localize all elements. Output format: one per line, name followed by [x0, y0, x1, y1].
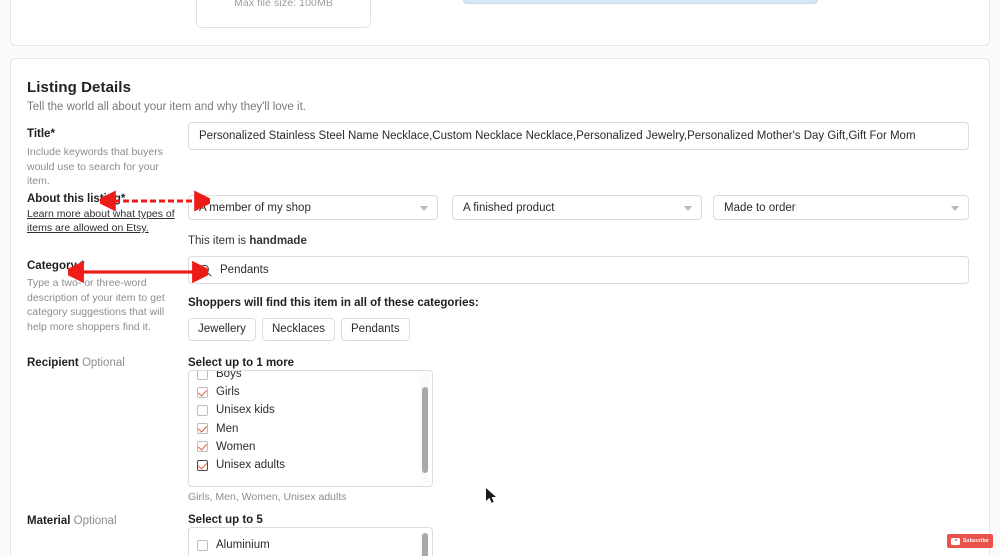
top-photos-card: [10, 0, 990, 46]
recipient-options-list: Boys Girls Unisex kids Men Women Unisex …: [189, 370, 432, 474]
checkbox-checked-icon[interactable]: [197, 441, 208, 453]
listing-details-page: Max file size: 100MB Listing Details Tel…: [0, 0, 1000, 556]
title-input[interactable]: Personalized Stainless Steel Name Neckla…: [188, 122, 969, 150]
recipient-option-label: Girls: [216, 386, 240, 399]
recipient-option-row[interactable]: Unisex adults: [189, 456, 432, 474]
material-select-hint: Select up to 5: [188, 514, 263, 526]
category-pills: Jewellery Necklaces Pendants: [188, 318, 410, 341]
material-option-label: Aluminium: [216, 539, 270, 552]
handmade-note: This item is handmade: [188, 235, 307, 247]
material-label-text: Material: [27, 515, 71, 527]
subscribe-label: Subscribe: [962, 538, 989, 544]
mouse-cursor: [486, 488, 496, 503]
checkbox-checked-icon[interactable]: [197, 423, 208, 435]
who-made-value: A member of my shop: [199, 201, 311, 214]
page-title: Listing Details: [27, 79, 132, 96]
page-subtitle: Tell the world all about your item and w…: [27, 101, 306, 113]
recipient-option-row[interactable]: Women: [189, 438, 432, 456]
checkbox-icon[interactable]: [197, 371, 208, 380]
about-this-listing-arrow: [100, 190, 210, 212]
material-option-row[interactable]: Aluminium: [189, 536, 432, 554]
youtube-play-icon: [951, 537, 961, 545]
recipient-select-hint: Select up to 1 more: [188, 357, 295, 369]
category-pill[interactable]: Jewellery: [188, 318, 256, 341]
recipient-option-label: Boys: [216, 370, 242, 381]
checkbox-checked-icon[interactable]: [197, 459, 208, 471]
photo-upload-box[interactable]: Max file size: 100MB: [196, 0, 371, 28]
category-pill[interactable]: Necklaces: [261, 318, 335, 341]
upload-max-size-hint: Max file size: 100MB: [234, 0, 333, 9]
recipient-option-row[interactable]: Unisex kids: [189, 401, 432, 419]
handmade-note-value: handmade: [249, 235, 307, 247]
recipient-option-row[interactable]: Girls: [189, 383, 432, 401]
youtube-subscribe-badge[interactable]: Subscribe: [947, 534, 993, 548]
listing-details-card: Listing Details Tell the world all about…: [10, 58, 990, 556]
category-pill[interactable]: Pendants: [341, 318, 410, 341]
video-info-banner: [463, 0, 818, 4]
title-label: Title*: [27, 128, 55, 140]
when-made-value: Made to order: [724, 201, 796, 214]
title-input-value: Personalized Stainless Steel Name Neckla…: [199, 130, 916, 142]
recipient-listbox[interactable]: Boys Girls Unisex kids Men Women Unisex …: [188, 370, 433, 487]
checkbox-checked-icon[interactable]: [197, 386, 208, 398]
when-made-select[interactable]: Made to order: [713, 195, 969, 220]
recipient-scrollbar-thumb[interactable]: [421, 387, 428, 473]
what-is-it-select[interactable]: A finished product: [452, 195, 702, 220]
material-listbox[interactable]: Aluminium: [188, 527, 433, 556]
material-options-list: Aluminium: [189, 536, 432, 554]
category-search-value: Pendants: [220, 264, 269, 276]
category-search-input[interactable]: Pendants: [188, 256, 969, 284]
category-help-text: Type a two- or three-word description of…: [27, 277, 165, 333]
category-arrow: [68, 261, 208, 283]
title-label-text: Title: [27, 128, 51, 140]
recipient-option-row[interactable]: Men: [189, 420, 432, 438]
recipient-optional-text: Optional: [81, 357, 125, 369]
chevron-down-icon: [951, 205, 959, 211]
recipient-option-label: Unisex kids: [216, 404, 275, 417]
handmade-note-prefix: This item is: [188, 235, 250, 247]
checkbox-icon[interactable]: [197, 539, 208, 551]
category-found-in-label: Shoppers will find this item in all of t…: [188, 297, 479, 309]
recipient-option-row[interactable]: Boys: [189, 370, 432, 383]
title-required-mark: *: [50, 128, 55, 140]
chevron-down-icon: [684, 205, 692, 211]
recipient-summary: Girls, Men, Women, Unisex adults: [188, 491, 347, 503]
who-made-select[interactable]: A member of my shop: [188, 195, 438, 220]
recipient-option-label: Men: [216, 422, 239, 435]
recipient-label-text: Recipient: [27, 357, 79, 369]
material-optional-text: Optional: [73, 515, 117, 527]
recipient-option-label: Women: [216, 440, 256, 453]
material-label: Material Optional: [27, 515, 117, 527]
material-scrollbar-thumb[interactable]: [421, 533, 428, 556]
title-help-text: Include keywords that buyers would use t…: [27, 146, 163, 187]
recipient-label: Recipient Optional: [27, 357, 125, 369]
checkbox-icon[interactable]: [197, 404, 208, 416]
recipient-option-label: Unisex adults: [216, 459, 286, 472]
what-is-it-value: A finished product: [463, 201, 555, 214]
chevron-down-icon: [420, 205, 428, 211]
